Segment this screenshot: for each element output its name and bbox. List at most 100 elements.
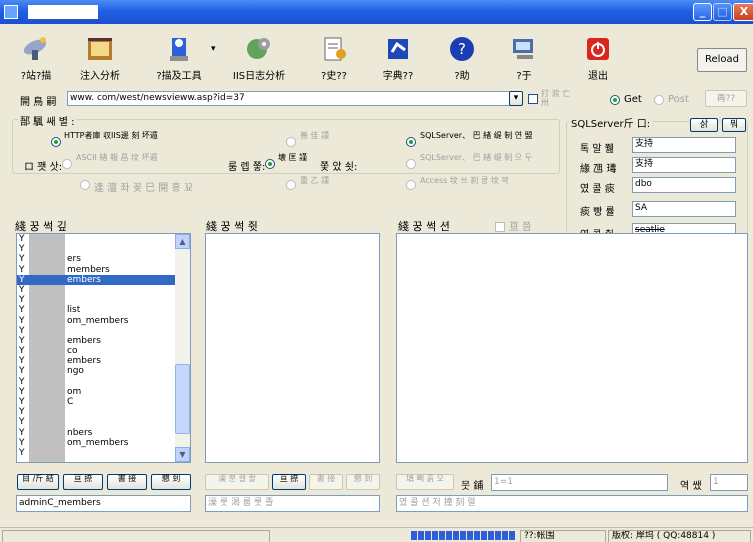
- list-item[interactable]: Y: [17, 377, 177, 387]
- address-input[interactable]: www. com/west/newsvieww.asp?id=37: [67, 91, 517, 106]
- list-item-prefix: Y: [19, 244, 25, 255]
- tables-list-scrollbar[interactable]: ▲ ▼: [175, 234, 190, 462]
- list-item[interactable]: Yembers: [17, 336, 177, 346]
- list-item[interactable]: Y: [17, 417, 177, 427]
- list-item[interactable]: Ymembers: [17, 265, 177, 275]
- address-dropdown-button[interactable]: ▾: [509, 91, 523, 106]
- mid-button-4[interactable]: 懇 到: [346, 474, 380, 490]
- title-bar[interactable]: _ □ X: [0, 0, 753, 24]
- list-item[interactable]: Yom_members: [17, 316, 177, 326]
- scroll-down-icon[interactable]: ▼: [175, 447, 190, 462]
- list-item[interactable]: Ynbers: [17, 428, 177, 438]
- content-list[interactable]: [396, 233, 748, 463]
- list-item[interactable]: Y: [17, 295, 177, 305]
- tables-list[interactable]: Y Y Yers Ymembers Yembers Y Y Ylist Yom_members Y…: [16, 233, 191, 463]
- sqlserver-field-1[interactable]: 支持: [632, 137, 736, 153]
- left-button-3[interactable]: 書 接: [107, 474, 147, 490]
- option-radio-ascii[interactable]: [62, 159, 72, 169]
- address-checkbox[interactable]: [528, 94, 538, 104]
- mid-field[interactable]: 澡 룻 渴 룹 룻 졸: [205, 495, 380, 512]
- list-item-prefix: Y: [19, 397, 25, 407]
- window-title: [28, 5, 98, 19]
- sqlserver-button-1[interactable]: 삵: [690, 118, 718, 132]
- dropdown-arrow-icon[interactable]: ▾: [211, 44, 216, 54]
- list-item-prefix: Y: [19, 376, 25, 387]
- toolbar-button-history[interactable]: ?史??: [312, 34, 356, 86]
- option-radio-row3a[interactable]: [80, 180, 90, 190]
- columns-list[interactable]: [205, 233, 380, 463]
- list-item[interactable]: Y: [17, 244, 177, 254]
- toolbar-button-iis-log[interactable]: IIS日志分析: [226, 34, 292, 86]
- right-button-1[interactable]: 填 뻬 흙 오: [396, 474, 454, 490]
- toolbar-label: ?于: [516, 71, 532, 82]
- get-radio[interactable]: [610, 95, 620, 105]
- toolbar-button-scan[interactable]: ?站?描: [12, 34, 60, 86]
- chevron-down-icon: ▾: [513, 93, 519, 103]
- right-label-2: 역 쌨: [680, 481, 702, 492]
- progress-segment: [425, 531, 431, 540]
- close-button[interactable]: X: [733, 3, 753, 21]
- right-list-checkbox[interactable]: [495, 222, 505, 232]
- list-item[interactable]: Y: [17, 285, 177, 295]
- toolbar-button-help[interactable]: ? ?助: [442, 34, 482, 86]
- scroll-up-icon[interactable]: ▲: [175, 234, 190, 249]
- left-button-1[interactable]: 目 /斤 結: [17, 474, 59, 490]
- list-item[interactable]: Yers: [17, 254, 177, 264]
- sqlserver-field-label: 痰 빵 률: [580, 207, 615, 218]
- right-field[interactable]: 였 콜 션 저 撞 刻 렬: [396, 495, 748, 512]
- option-radio-b2[interactable]: [265, 159, 275, 169]
- sqlserver-field-2[interactable]: 支持: [632, 157, 736, 173]
- option-radio-access[interactable]: [406, 180, 416, 190]
- option-radio-http[interactable]: [51, 137, 61, 147]
- list-item[interactable]: Y: [17, 326, 177, 336]
- list-item-prefix: Y: [19, 386, 25, 397]
- list-item[interactable]: YC: [17, 397, 177, 407]
- right-input-2[interactable]: 1: [710, 474, 748, 491]
- left-button-2[interactable]: 亘 捺: [63, 474, 103, 490]
- toolbar-button-about[interactable]: ?于: [504, 34, 544, 86]
- sqlserver-field-3[interactable]: dbo: [632, 177, 736, 193]
- list-item[interactable]: Yembers: [17, 356, 177, 366]
- list-item[interactable]: Ylist: [17, 305, 177, 315]
- toolbar-label: ?描及工具: [156, 71, 202, 82]
- progress-segment: [488, 531, 494, 540]
- toolbar-label: ?助: [454, 71, 470, 82]
- toolbar-button-exit[interactable]: 退出: [578, 34, 618, 86]
- mid-button-1[interactable]: 澡 뿐 캘 좔: [205, 474, 269, 490]
- retry-button[interactable]: 再??: [705, 90, 747, 107]
- scroll-thumb[interactable]: [175, 364, 190, 434]
- about-icon: [509, 34, 539, 64]
- left-button-4[interactable]: 懇 到: [151, 474, 191, 490]
- globe-gear-icon: [244, 34, 274, 64]
- mid-button-3[interactable]: 書 接: [309, 474, 343, 490]
- toolbar-button-inject[interactable]: 注入分析: [76, 34, 124, 86]
- status-bar: ??:帐围 版权: 岸坞 ( QQ:48814 ): [0, 527, 753, 542]
- option-radio-sqlserver2[interactable]: [406, 159, 416, 169]
- mid-button-2[interactable]: 亘 捺: [272, 474, 306, 490]
- post-radio[interactable]: [654, 95, 664, 105]
- toolbar-button-dictionary[interactable]: 字典??: [374, 34, 422, 86]
- list-item[interactable]: Y: [17, 407, 177, 417]
- sqlserver-button-2[interactable]: 뭐: [722, 118, 746, 132]
- list-item[interactable]: Yco: [17, 346, 177, 356]
- list-item-prefix: Y: [19, 335, 25, 346]
- list-item[interactable]: Yom: [17, 387, 177, 397]
- option-radio-b1[interactable]: [286, 137, 296, 147]
- option-radio-row3b[interactable]: [286, 180, 296, 190]
- close-icon: X: [739, 5, 749, 18]
- list-item[interactable]: Y: [17, 448, 177, 458]
- maximize-button[interactable]: □: [713, 3, 732, 21]
- sqlserver-field-4[interactable]: SA: [632, 201, 736, 217]
- toolbar-button-tools[interactable]: ?描及工具: [146, 34, 212, 86]
- list-item[interactable]: Yembers: [17, 274, 177, 285]
- selected-table-field[interactable]: adminC_members: [16, 495, 191, 512]
- list-item[interactable]: Yom_members: [17, 438, 177, 448]
- list-item[interactable]: Y: [17, 234, 177, 244]
- list-item[interactable]: Yngo: [17, 366, 177, 376]
- right-list-title: 綫 꿍 썩 션: [398, 220, 450, 233]
- reload-button[interactable]: Reload: [697, 48, 747, 72]
- option-radio-sqlserver[interactable]: [406, 137, 416, 147]
- progress-segment: [418, 531, 424, 540]
- minimize-button[interactable]: _: [693, 3, 712, 21]
- right-input-1[interactable]: 1=1: [491, 474, 668, 491]
